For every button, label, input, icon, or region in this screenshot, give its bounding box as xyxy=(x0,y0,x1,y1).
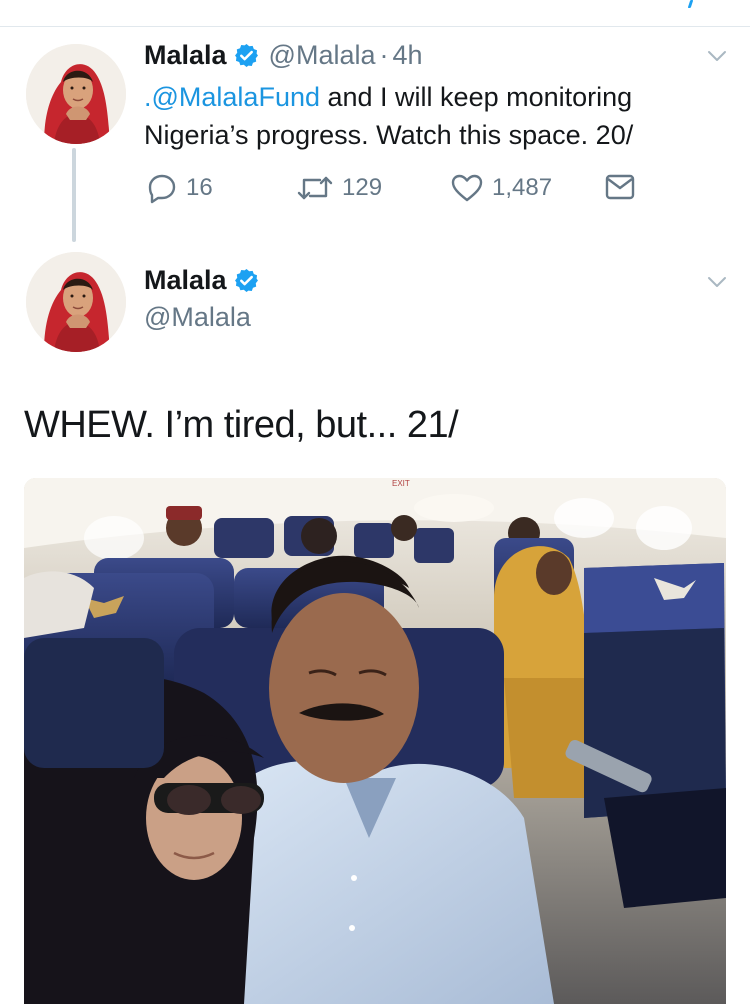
envelope-icon xyxy=(605,174,635,200)
heart-icon xyxy=(451,174,483,202)
like-button[interactable]: 1,487 xyxy=(450,172,552,204)
tweet-photo[interactable]: EXIT xyxy=(24,478,726,1004)
display-name[interactable]: Malala xyxy=(144,40,227,71)
avatar[interactable] xyxy=(26,252,126,352)
handle[interactable]: @Malala xyxy=(269,40,376,71)
mention-link[interactable]: .@MalalaFund xyxy=(144,82,320,112)
thread-connector xyxy=(72,148,76,242)
tweet-actions: 16 129 1,487 xyxy=(144,172,644,208)
partial-icon xyxy=(687,0,694,8)
verified-badge-icon xyxy=(234,268,259,293)
reply-button[interactable]: 16 xyxy=(146,172,213,204)
display-name[interactable]: Malala xyxy=(144,265,227,296)
direct-message-button[interactable] xyxy=(604,172,644,202)
avatar[interactable] xyxy=(26,44,126,144)
tweet-text: .@MalalaFund and I will keep monitoring … xyxy=(144,78,734,154)
retweet-icon xyxy=(297,176,333,200)
verified-badge-icon xyxy=(234,43,259,68)
divider xyxy=(0,26,750,27)
reply-icon xyxy=(148,174,176,204)
tweet-text: WHEW. I’m tired, but... 21/ xyxy=(24,404,459,446)
handle[interactable]: @Malala xyxy=(144,302,251,333)
timestamp[interactable]: 4h xyxy=(393,40,423,71)
separator: · xyxy=(379,40,389,70)
retweet-count: 129 xyxy=(342,174,383,201)
like-count: 1,487 xyxy=(492,174,553,201)
retweet-button[interactable]: 129 xyxy=(296,172,382,204)
tweet-header: Malala xyxy=(144,265,259,296)
chevron-down-icon[interactable] xyxy=(707,276,727,288)
reply-count: 16 xyxy=(186,174,213,201)
tweet-header: Malala @Malala · 4h xyxy=(144,40,423,71)
chevron-down-icon[interactable] xyxy=(707,50,727,62)
timeline: Malala @Malala · 4h .@MalalaFund and I w… xyxy=(0,0,750,1004)
exit-sign: EXIT xyxy=(392,479,410,488)
